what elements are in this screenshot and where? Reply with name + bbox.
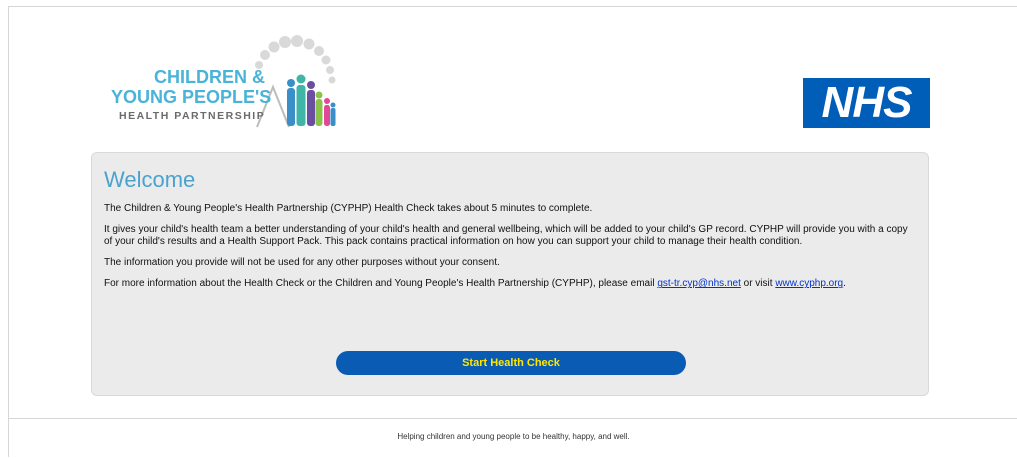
start-health-check-button[interactable]: Start Health Check — [336, 351, 686, 375]
more-info-middle: or visit — [740, 278, 776, 290]
welcome-card: Welcome The Children & Young People's He… — [91, 152, 929, 396]
cyphp-logo[interactable]: CHILDREN & YOUNG PEOPLE'S HEALTH PARTNER… — [109, 35, 339, 135]
more-info-suffix: . — [843, 278, 846, 290]
nhs-logo-text: NHS — [821, 78, 913, 127]
email-link[interactable]: gst-tr.cyp@nhs.net — [657, 278, 741, 289]
consent-paragraph: The information you provide will not be … — [104, 257, 500, 269]
more-info-paragraph: For more information about the Health Ch… — [104, 278, 916, 290]
welcome-title: Welcome — [104, 167, 196, 192]
purpose-paragraph: It gives your child's health team a bett… — [104, 224, 908, 248]
intro-paragraph: The Children & Young People's Health Par… — [104, 203, 593, 215]
logo-text-children: CHILDREN & — [154, 67, 265, 87]
more-info-prefix: For more information about the Health Ch… — [104, 278, 658, 290]
header: CHILDREN & YOUNG PEOPLE'S HEALTH PARTNER… — [9, 7, 1017, 147]
footer-tagline: Helping children and young people to be … — [397, 432, 630, 441]
logo-text-young-peoples: YOUNG PEOPLE'S — [111, 87, 272, 107]
page-frame: CHILDREN & YOUNG PEOPLE'S HEALTH PARTNER… — [8, 6, 1017, 457]
website-link[interactable]: www.cyphp.org — [775, 278, 843, 289]
footer: Helping children and young people to be … — [9, 418, 1017, 458]
logo-text-health-partnership: HEALTH PARTNERSHIP — [119, 110, 266, 122]
nhs-logo: NHS — [803, 78, 930, 128]
